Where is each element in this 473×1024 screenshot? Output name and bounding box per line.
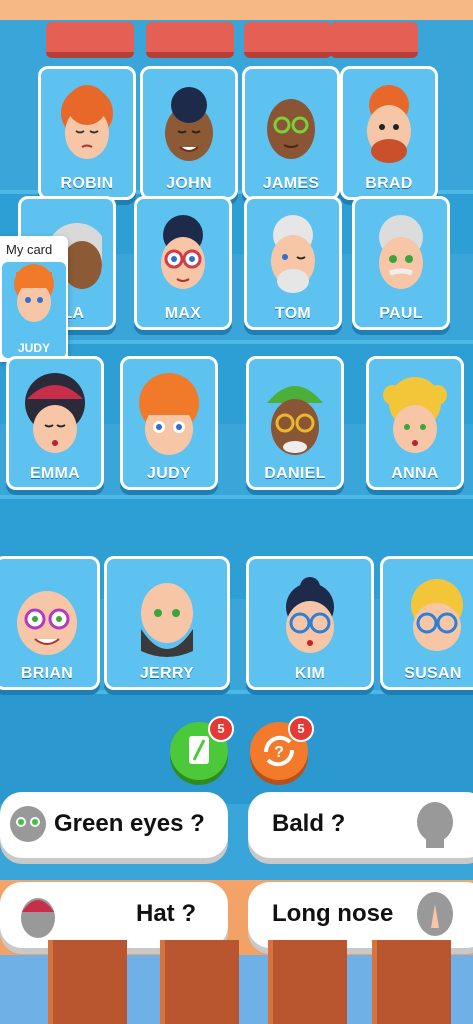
max-face-icon: [161, 215, 205, 289]
tray: [46, 22, 134, 58]
tray: [330, 22, 418, 58]
anna-face-icon: [383, 377, 447, 453]
brian-face-icon: [17, 591, 77, 655]
character-card-anna[interactable]: ANNA: [366, 356, 464, 490]
card-name: MAX: [164, 305, 202, 322]
question-bald-button[interactable]: Bald ?: [248, 792, 473, 858]
card-name: TOM: [274, 305, 312, 322]
character-card-jerry[interactable]: JERRY: [104, 556, 230, 690]
card-name: JAMES: [262, 175, 320, 192]
question-long-nose-button[interactable]: Long nose: [248, 882, 473, 948]
swap-question-button[interactable]: ? 5: [250, 716, 314, 780]
john-face-icon: [165, 87, 213, 161]
paul-face-icon: [379, 215, 423, 289]
character-card-brian[interactable]: BRIAN: [0, 556, 100, 690]
card-name: DANIEL: [264, 465, 326, 482]
daniel-face-icon: [267, 386, 323, 455]
card-name: ANNA: [391, 465, 439, 482]
bald-head-icon: [417, 802, 453, 848]
character-card-james[interactable]: JAMES: [242, 66, 340, 200]
long-nose-head-icon: [417, 892, 453, 936]
character-card-kim[interactable]: KIM: [246, 556, 374, 690]
judy-face-icon: [14, 264, 54, 322]
my-card-portrait: JUDY: [2, 262, 66, 358]
character-card-daniel[interactable]: DANIEL: [246, 356, 344, 490]
character-card-robin[interactable]: ROBIN: [38, 66, 136, 200]
judy-face-icon: [139, 373, 199, 455]
card-name: KIM: [294, 665, 326, 682]
question-text: Hat ?: [136, 900, 196, 927]
card-name: JOHN: [166, 175, 212, 192]
tray: [146, 22, 234, 58]
hat-head-icon: [21, 898, 55, 938]
question-text: Bald ?: [272, 810, 346, 837]
table-leg: [372, 940, 451, 1024]
brad-face-icon: [367, 85, 411, 163]
character-card-max[interactable]: MAX: [134, 196, 232, 330]
board-row: [0, 690, 473, 804]
swap-badge: 5: [288, 716, 314, 742]
character-card-emma[interactable]: EMMA: [6, 356, 104, 490]
card-name: ROBIN: [60, 175, 114, 192]
character-card-brad[interactable]: BRAD: [340, 66, 438, 200]
card-name: BRAD: [365, 175, 413, 192]
character-card-john[interactable]: JOHN: [140, 66, 238, 200]
james-face-icon: [267, 99, 315, 159]
table-leg: [268, 940, 347, 1024]
my-card[interactable]: My card JUDY: [0, 236, 68, 362]
tray: [244, 22, 332, 58]
green-eyes-head-icon: [10, 806, 46, 842]
jerry-face-icon: [141, 583, 193, 657]
card-name: PAUL: [379, 305, 423, 322]
question-text: Green eyes ?: [54, 810, 205, 837]
character-card-judy[interactable]: JUDY: [120, 356, 218, 490]
emma-face-icon: [25, 373, 85, 453]
character-card-tom[interactable]: TOM: [244, 196, 342, 330]
susan-face-icon: [411, 579, 463, 651]
card-name: JUDY: [147, 465, 191, 482]
character-card-paul[interactable]: PAUL: [352, 196, 450, 330]
card-name: JERRY: [139, 665, 195, 682]
question-text: Long nose: [272, 900, 394, 927]
guess-badge: 5: [208, 716, 234, 742]
question-hat-button[interactable]: Hat ?: [0, 882, 228, 948]
tom-face-icon: [271, 215, 315, 293]
my-card-label: My card: [6, 242, 53, 257]
card-name: BRIAN: [20, 665, 74, 682]
table-leg: [160, 940, 239, 1024]
kim-face-icon: [286, 577, 334, 653]
table-leg: [48, 940, 127, 1024]
character-card-susan[interactable]: SUSAN: [380, 556, 473, 690]
question-green-eyes-button[interactable]: Green eyes ?: [0, 792, 228, 858]
robin-face-icon: [61, 85, 113, 159]
card-name: EMMA: [29, 465, 81, 482]
guess-card-button[interactable]: 5: [170, 716, 234, 780]
card-name: SUSAN: [404, 665, 462, 682]
svg-text:?: ?: [274, 744, 284, 761]
my-card-name: JUDY: [17, 341, 50, 355]
